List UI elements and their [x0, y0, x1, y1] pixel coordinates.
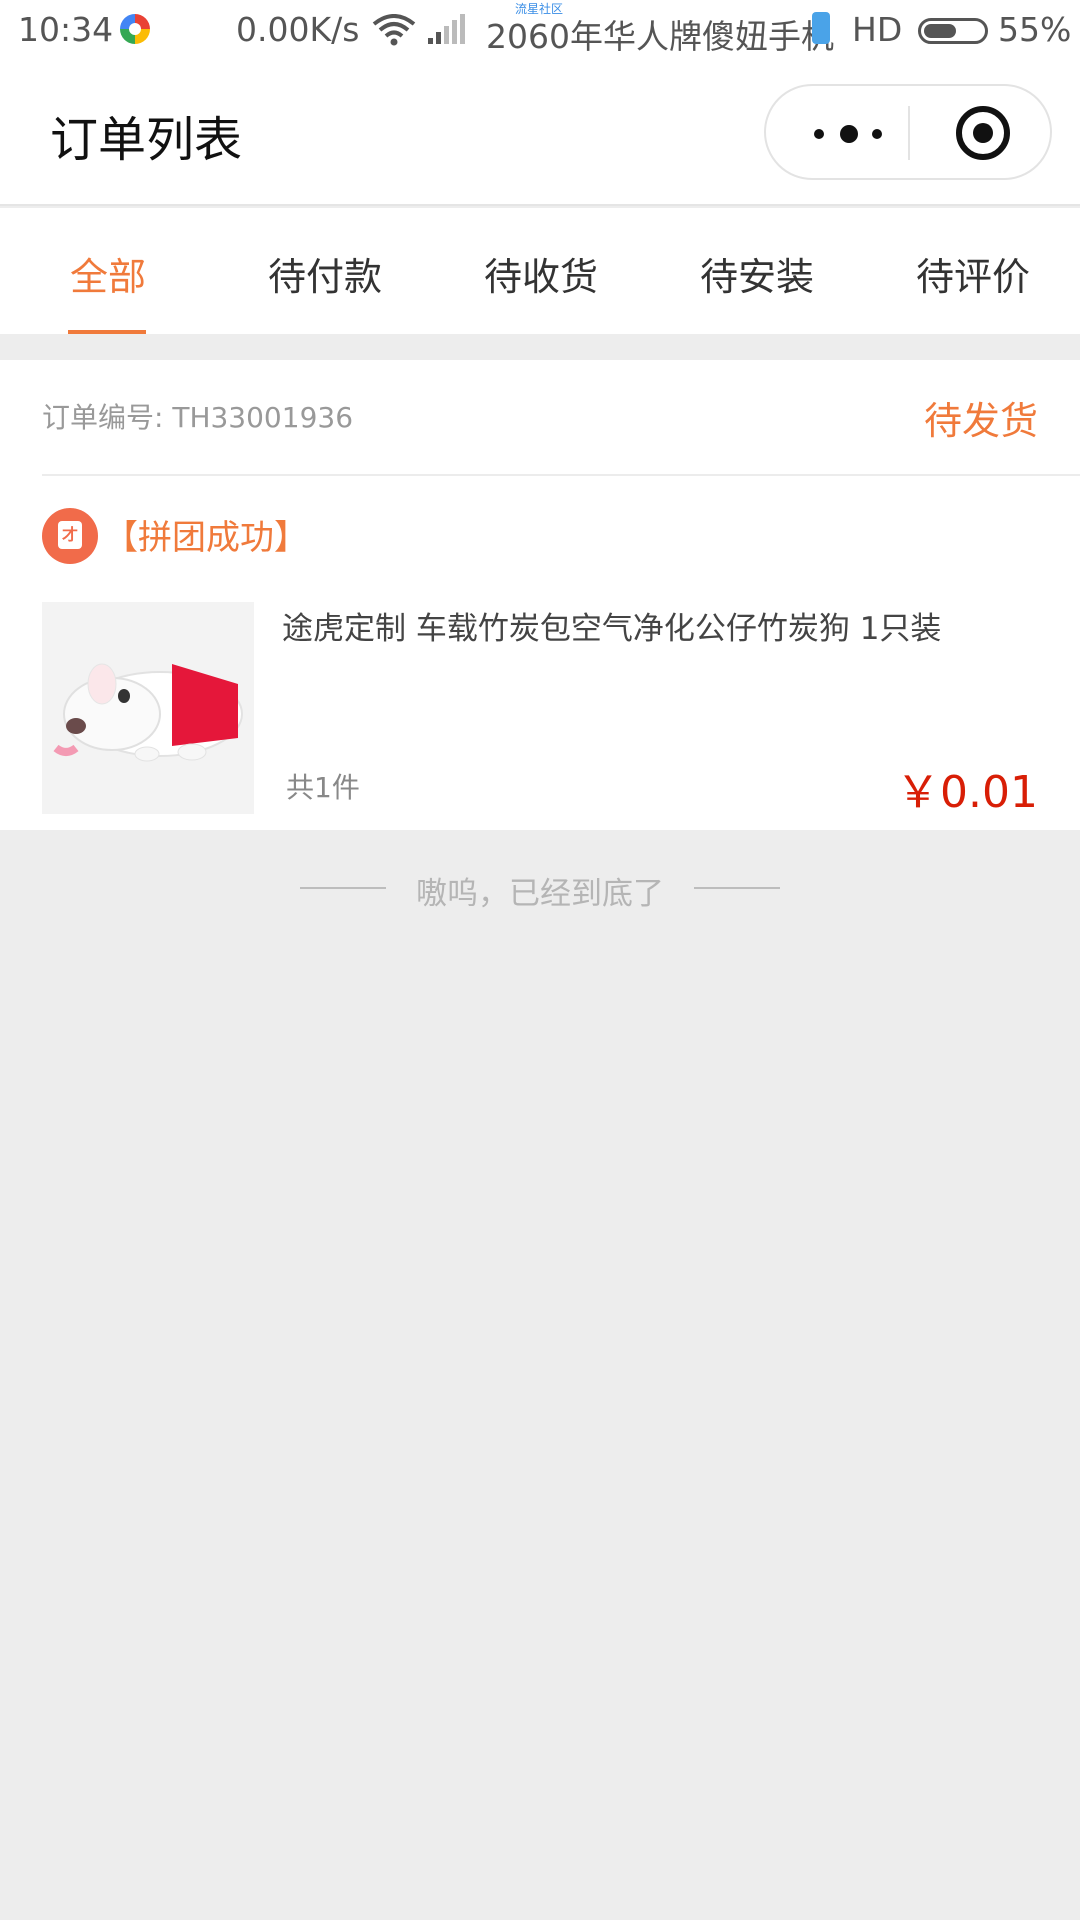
phone-icon	[812, 12, 830, 44]
group-buy-status: 【拼团成功】	[104, 518, 308, 558]
hd-indicator: HD	[852, 10, 903, 49]
close-miniprogram-icon[interactable]	[956, 106, 1010, 160]
status-time: 10:34	[18, 10, 114, 49]
group-buy-icon: 才	[42, 508, 98, 564]
status-bar: 10:34 0.00K/s 流星社区 2060年华人牌傻妞手机 HD 55%	[0, 0, 1080, 62]
tab-pending-install[interactable]: 待安装	[682, 246, 832, 301]
order-card[interactable]: 订单编号: TH33001936 待发货 才 【拼团成功】 途虎定制 车载竹炭包…	[0, 360, 1080, 830]
more-icon[interactable]	[806, 106, 906, 158]
tab-all[interactable]: 全部	[33, 246, 183, 301]
page-title: 订单列表	[50, 112, 243, 168]
product-price: ￥0.01	[896, 767, 1038, 818]
wifi-icon	[372, 14, 416, 54]
end-text: 嗷呜，已经到底了	[416, 876, 664, 912]
network-speed: 0.00K/s	[236, 10, 360, 49]
list-end: 嗷呜，已经到底了	[0, 830, 1080, 950]
group-buy-icon-glyph: 才	[58, 521, 82, 549]
carrier-name: 2060年华人牌傻妞手机	[486, 17, 834, 56]
tab-pending-receipt[interactable]: 待收货	[466, 246, 616, 301]
active-tab-indicator	[68, 330, 146, 334]
tab-pending-payment[interactable]: 待付款	[250, 246, 400, 301]
battery-fill	[924, 24, 956, 38]
nav-bar: 订单列表	[0, 62, 1080, 206]
order-status: 待发货	[923, 399, 1038, 443]
divider	[42, 474, 1080, 476]
battery-icon	[918, 18, 988, 44]
battery-percent: 55%	[998, 10, 1072, 49]
tab-pending-review[interactable]: 待评价	[898, 246, 1048, 301]
capsule-divider	[908, 106, 910, 160]
product-title: 途虎定制 车载竹炭包空气净化公仔竹炭狗 1只装	[282, 611, 942, 647]
app-notification-icon	[120, 14, 150, 44]
signal-icon	[428, 14, 468, 54]
order-tabs: 全部 待付款 待收货 待安装 待评价	[0, 208, 1080, 334]
miniprogram-capsule	[764, 84, 1052, 180]
end-line-right	[694, 887, 780, 889]
product-count: 共1件	[286, 771, 360, 804]
product-image[interactable]	[42, 602, 254, 814]
order-number: 订单编号: TH33001936	[42, 401, 354, 434]
